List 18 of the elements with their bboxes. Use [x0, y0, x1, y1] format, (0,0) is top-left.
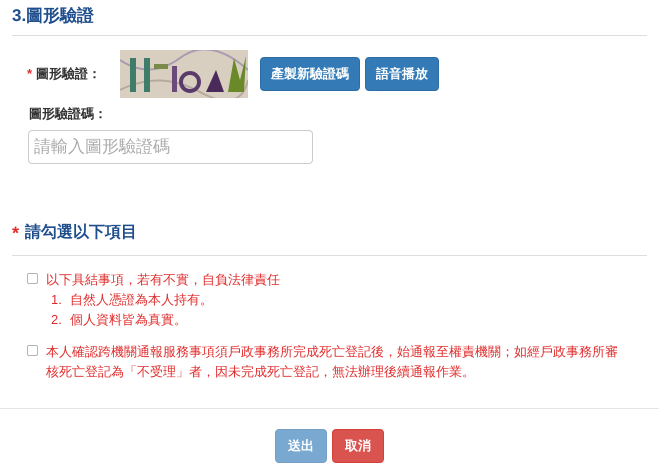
cancel-button[interactable]: 取消 [332, 428, 384, 462]
refresh-captcha-button[interactable]: 產製新驗證碼 [260, 57, 360, 91]
code-label: 圖形驗證碼： [28, 105, 108, 123]
section-title: 3.圖形驗證 [12, 5, 96, 27]
captcha-input-field[interactable]: 請輸入圖形驗證碼 [28, 130, 313, 164]
item-number: 2. [51, 310, 62, 328]
agreement-sub-item: 自然人憑證為本人持有。 [70, 290, 213, 308]
checkbox[interactable] [27, 272, 38, 284]
checklist-title: 請勾選以下項目 [25, 222, 138, 243]
required-mark: * [27, 65, 32, 84]
audio-play-button[interactable]: 語音播放 [365, 57, 439, 91]
item-number: 1. [51, 290, 62, 308]
required-mark: * [12, 222, 20, 244]
captcha-label: 圖形驗證： [36, 65, 102, 84]
checkbox[interactable] [27, 344, 38, 356]
agreement-text: 本人確認跨機關通報服務事項須戶政事務所完成死亡登記後，始通報至權責機關；如經戶政事務所審核死亡登記為「不受理」者，因未完成死亡登記，無法辦理後續通報作業。 [46, 342, 619, 380]
agreement-sub-item: 個人資料皆為真實。 [70, 310, 187, 328]
agreement-text: 以下具結事項，若有不實，自負法律責任 [46, 270, 280, 288]
